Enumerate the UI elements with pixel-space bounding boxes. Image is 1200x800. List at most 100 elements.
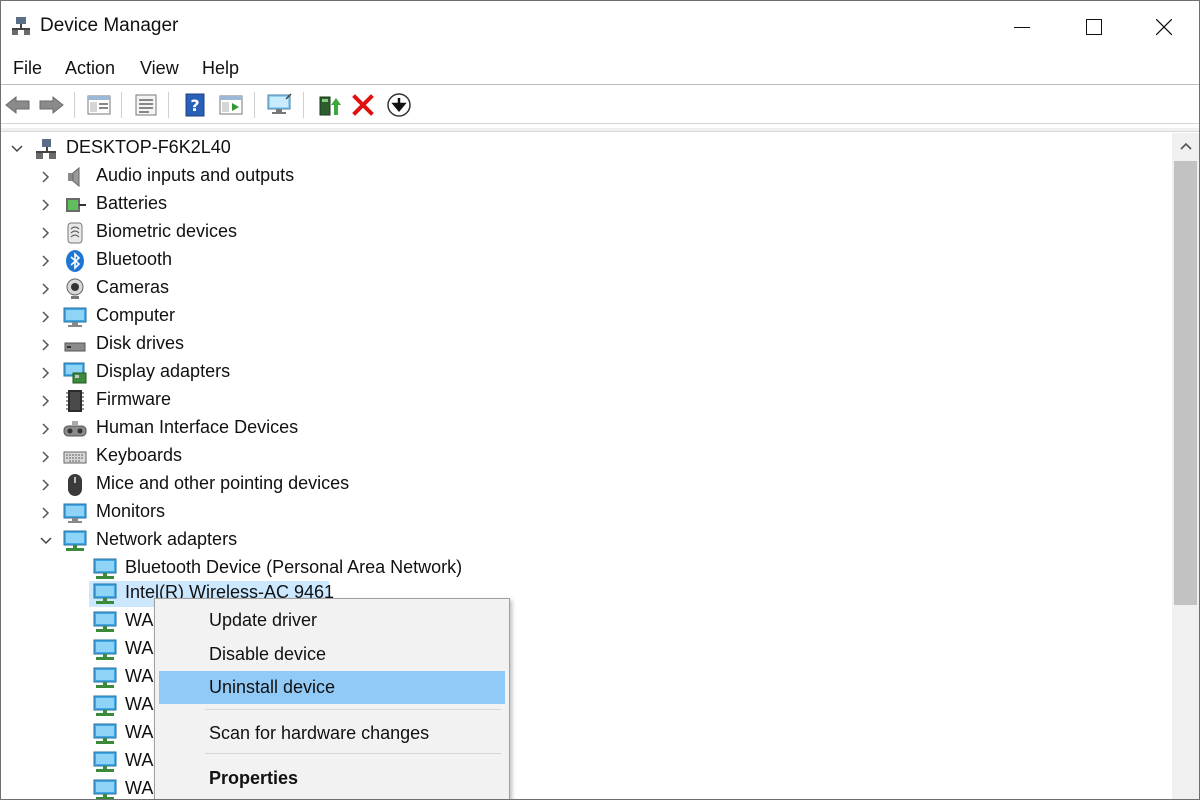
forward-icon — [39, 95, 64, 115]
network-adapter-icon — [93, 695, 117, 716]
toolbar-separator — [303, 92, 304, 118]
close-button[interactable] — [1128, 1, 1199, 53]
maximize-icon — [1086, 19, 1102, 35]
tree-category-cameras[interactable]: Cameras — [1, 276, 501, 302]
expand-chevron-icon[interactable] — [39, 310, 53, 324]
minimize-icon — [1014, 27, 1030, 28]
fingerprint-icon — [67, 222, 83, 244]
tree-category-computer[interactable]: Computer — [1, 304, 501, 330]
expand-chevron-icon[interactable] — [39, 170, 53, 184]
menu-file[interactable]: File — [11, 58, 44, 79]
forward-button[interactable] — [36, 90, 66, 120]
collapse-chevron-icon[interactable] — [39, 534, 53, 548]
context-menu: Update driver Disable device Uninstall d… — [154, 598, 510, 799]
expand-chevron-icon[interactable] — [39, 366, 53, 380]
ctx-update-driver[interactable]: Update driver — [159, 604, 505, 637]
tree-category-firmware[interactable]: Firmware — [1, 388, 501, 414]
computer-root-icon — [36, 139, 56, 159]
scan-hardware-icon — [267, 93, 292, 114]
expand-chevron-icon[interactable] — [39, 282, 53, 296]
toolbar-separator — [254, 92, 255, 118]
expand-chevron-icon[interactable] — [39, 338, 53, 352]
expand-chevron-icon[interactable] — [39, 506, 53, 520]
ctx-uninstall-device[interactable]: Uninstall device — [159, 671, 505, 704]
bluetooth-icon — [66, 250, 84, 272]
scroll-up-button[interactable] — [1172, 133, 1199, 159]
toolbar: ? — [1, 86, 1199, 124]
toolbar-separator — [121, 92, 122, 118]
category-label: Biometric devices — [96, 221, 238, 241]
tree-category-hid[interactable]: Human Interface Devices — [1, 416, 501, 442]
tree-category-disk-drives[interactable]: Disk drives — [1, 332, 501, 358]
toolbar-separator — [74, 92, 75, 118]
run-icon — [219, 95, 243, 115]
network-adapter-icon — [93, 667, 117, 688]
back-button[interactable] — [3, 90, 33, 120]
expand-chevron-icon[interactable] — [39, 422, 53, 436]
window-title: Device Manager — [40, 15, 179, 36]
menu-help[interactable]: Help — [200, 58, 241, 79]
monitor-icon — [63, 503, 87, 523]
scroll-thumb[interactable] — [1174, 161, 1197, 605]
help-button[interactable]: ? — [180, 90, 210, 120]
tree-category-monitors[interactable]: Monitors — [1, 500, 501, 526]
category-label: Network adapters — [96, 529, 238, 549]
ctx-properties[interactable]: Properties — [159, 762, 505, 795]
tree-category-network-adapters[interactable]: Network adapters — [1, 528, 501, 554]
speaker-icon — [68, 166, 80, 188]
device-label: WA — [125, 778, 154, 798]
vertical-scrollbar[interactable] — [1172, 133, 1199, 799]
maximize-button[interactable] — [1058, 1, 1130, 53]
update-driver-icon — [319, 96, 341, 116]
network-adapter-icon — [93, 558, 117, 579]
tree-category-display-adapters[interactable]: Display adapters — [1, 360, 501, 386]
menu-view[interactable]: View — [138, 58, 181, 79]
category-label: Bluetooth — [96, 249, 173, 269]
camera-icon — [66, 278, 84, 299]
category-label: Disk drives — [96, 333, 185, 353]
show-hide-console-tree-icon — [87, 95, 111, 115]
minimize-button[interactable] — [986, 1, 1058, 53]
tree-category-biometric[interactable]: Biometric devices — [1, 220, 501, 246]
tree-root-label: DESKTOP-F6K2L40 — [66, 137, 231, 157]
scan-hardware-button[interactable] — [265, 90, 295, 120]
ctx-scan-hardware[interactable]: Scan for hardware changes — [159, 717, 505, 750]
expand-chevron-icon[interactable] — [39, 254, 53, 268]
network-adapter-item[interactable]: Bluetooth Device (Personal Area Network) — [1, 556, 501, 582]
device-manager-icon — [12, 17, 30, 35]
tree-category-audio[interactable]: Audio inputs and outputs — [1, 164, 501, 190]
toolbar-separator — [168, 92, 169, 118]
collapse-chevron-icon[interactable] — [10, 142, 24, 156]
show-hide-console-tree-button[interactable] — [84, 90, 114, 120]
back-icon — [5, 95, 30, 115]
expand-chevron-icon[interactable] — [39, 226, 53, 240]
install-legacy-button[interactable] — [384, 90, 414, 120]
category-label: Human Interface Devices — [96, 417, 299, 437]
update-driver-button[interactable] — [314, 90, 344, 120]
device-label: WA — [125, 694, 154, 714]
expand-chevron-icon[interactable] — [39, 394, 53, 408]
uninstall-device-button[interactable] — [348, 90, 378, 120]
expand-chevron-icon[interactable] — [39, 198, 53, 212]
properties-button[interactable] — [131, 90, 161, 120]
tree-root[interactable]: DESKTOP-F6K2L40 — [1, 136, 401, 162]
properties-icon — [135, 94, 157, 116]
category-label: Audio inputs and outputs — [96, 165, 295, 185]
network-adapter-icon — [93, 723, 117, 744]
category-label: Firmware — [96, 389, 171, 409]
category-label: Monitors — [96, 501, 166, 521]
expand-chevron-icon[interactable] — [39, 450, 53, 464]
ctx-disable-device[interactable]: Disable device — [159, 638, 505, 671]
network-adapter-icon — [93, 751, 117, 772]
title-bar: Device Manager — [1, 1, 1199, 53]
tree-category-batteries[interactable]: Batteries — [1, 192, 501, 218]
tree-category-bluetooth[interactable]: Bluetooth — [1, 248, 501, 274]
run-button[interactable] — [216, 90, 246, 120]
tree-category-keyboards[interactable]: Keyboards — [1, 444, 501, 470]
firmware-icon — [66, 390, 84, 412]
tree-category-mice[interactable]: Mice and other pointing devices — [1, 472, 501, 498]
network-adapter-icon — [93, 583, 117, 604]
category-label: Cameras — [96, 277, 170, 297]
menu-action[interactable]: Action — [63, 58, 117, 79]
expand-chevron-icon[interactable] — [39, 478, 53, 492]
